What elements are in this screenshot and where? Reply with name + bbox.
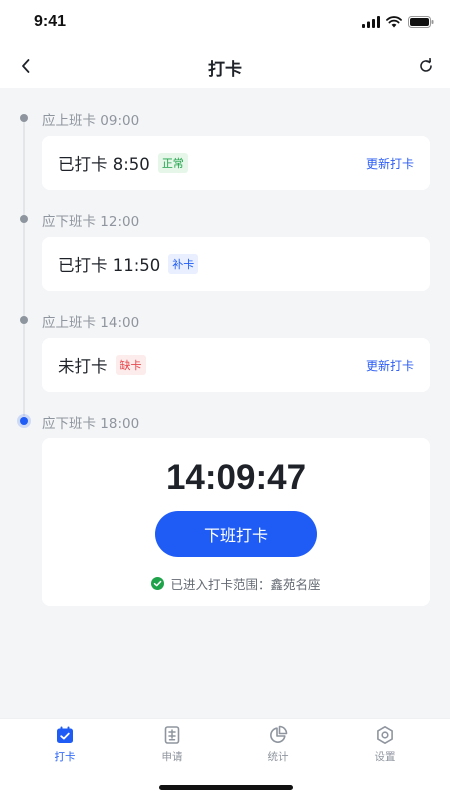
update-punch-link[interactable]: 更新打卡 [366, 357, 414, 374]
timeline-label: 应下班卡 18:00 [42, 416, 140, 432]
signal-icon [362, 16, 380, 28]
timeline-label: 应上班卡 14:00 [42, 315, 140, 331]
timeline-label: 应上班卡 09:00 [42, 113, 140, 129]
nav-bar: 打卡 [0, 44, 450, 88]
check-circle-icon [151, 577, 165, 590]
timeline-dot [20, 114, 28, 122]
punch-card: 已打卡 8:50 正常 更新打卡 [42, 136, 430, 190]
status-bar: 9:41 [0, 0, 450, 44]
punch-status: 已打卡 8:50 [58, 155, 150, 174]
status-badge: 缺卡 [115, 355, 146, 375]
refresh-icon [420, 58, 432, 72]
timeline-dot-active [20, 417, 28, 425]
tab-apply[interactable]: 申请 [116, 725, 228, 765]
status-badge: 正常 [157, 153, 188, 173]
tab-settings[interactable]: 设置 [329, 725, 441, 765]
current-time: 14:09:47 [165, 458, 307, 497]
status-icons [362, 16, 434, 28]
tab-label: 设置 [374, 751, 396, 763]
refresh-button[interactable] [414, 54, 438, 78]
punch-card: 未打卡 缺卡 更新打卡 [42, 338, 430, 392]
tab-label: 申请 [161, 751, 183, 763]
location-text: 已进入打卡范围：鑫苑名座 [170, 577, 321, 592]
tab-punch[interactable]: 打卡 [9, 725, 121, 765]
update-punch-link[interactable]: 更新打卡 [366, 155, 414, 172]
form-icon [164, 726, 180, 744]
attendance-content: 应上班卡 09:00 已打卡 8:50 正常 更新打卡 应下班卡 12:00 已… [0, 88, 450, 718]
status-badge: 补卡 [168, 254, 199, 274]
page-title: 打卡 [208, 60, 242, 80]
wifi-icon [386, 16, 402, 28]
tab-label: 打卡 [54, 751, 76, 763]
tab-stats[interactable]: 统计 [222, 725, 334, 765]
punch-card: 已打卡 11:50 补卡 [42, 237, 430, 291]
pie-chart-icon [270, 725, 288, 743]
location-status: 已进入打卡范围：鑫苑名座 [42, 574, 430, 593]
clock-in-card: 14:09:47 下班打卡 已进入打卡范围：鑫苑名座 [42, 438, 430, 606]
timeline-line [23, 118, 25, 416]
battery-icon [408, 16, 434, 28]
clock-out-button[interactable]: 下班打卡 [155, 511, 317, 557]
punch-status: 已打卡 11:50 [58, 256, 161, 275]
home-indicator [159, 785, 293, 790]
calendar-check-icon [57, 726, 73, 743]
timeline-dot [20, 215, 28, 223]
timeline-label: 应下班卡 12:00 [42, 214, 140, 230]
status-time: 9:41 [34, 13, 67, 30]
tab-label: 统计 [267, 751, 289, 763]
timeline-dot [20, 316, 28, 324]
punch-status: 未打卡 [58, 357, 108, 376]
gear-icon [377, 726, 393, 744]
